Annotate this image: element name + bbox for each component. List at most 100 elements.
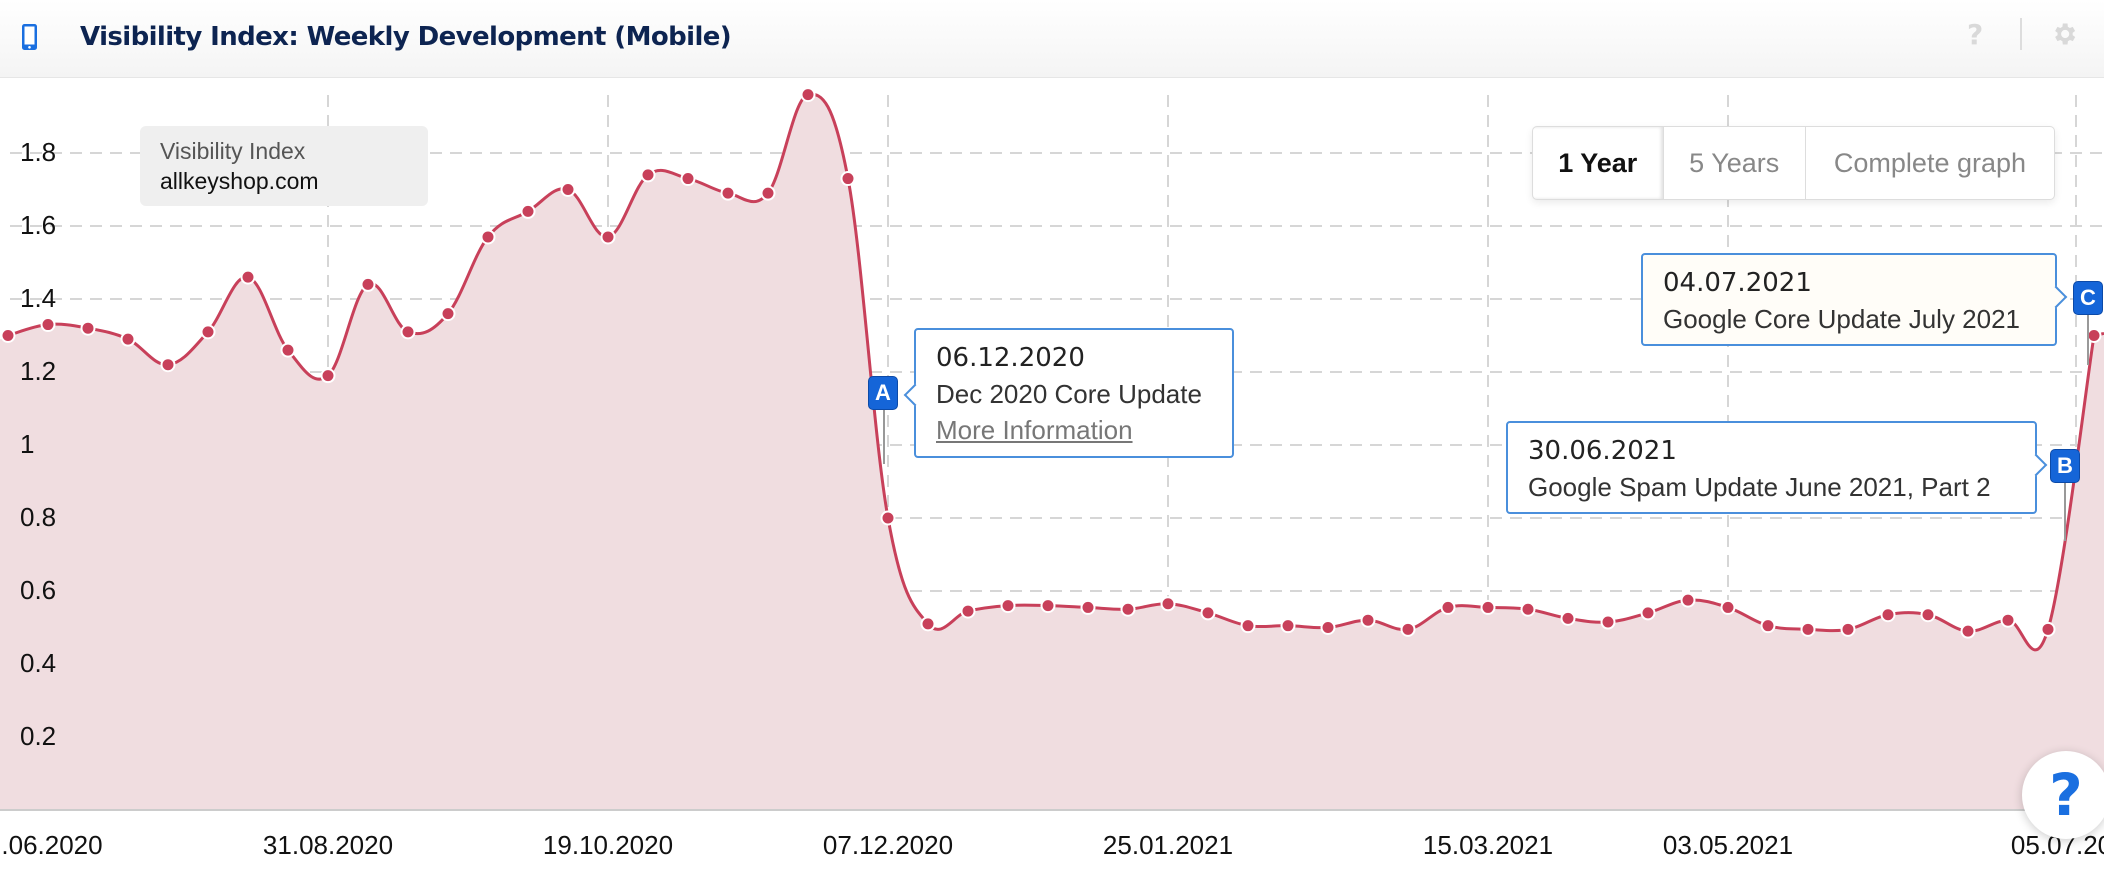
event-date: 06.12.2020 xyxy=(936,343,1085,373)
event-callout-b: 30.06.2021 Google Spam Update June 2021,… xyxy=(1506,421,2048,514)
data-point[interactable] xyxy=(1760,618,1776,634)
event-flag-c-stem xyxy=(2087,315,2089,365)
y-tick-label: 0.8 xyxy=(20,502,57,532)
time-range-selector: 1 Year 5 Years Complete graph xyxy=(1532,126,2055,200)
panel-header: Visibility Index: Weekly Development (Mo… xyxy=(0,0,2104,78)
x-tick-label: 19.10.2020 xyxy=(542,830,674,860)
data-point[interactable] xyxy=(760,185,776,201)
data-point[interactable] xyxy=(1920,607,1936,623)
data-point[interactable] xyxy=(1520,601,1536,617)
event-flag-b[interactable]: B xyxy=(2050,449,2080,483)
data-point[interactable] xyxy=(1720,599,1736,615)
data-point[interactable] xyxy=(560,182,576,197)
y-tick-label: 1.8 xyxy=(20,137,57,167)
data-point[interactable] xyxy=(40,317,56,333)
data-point[interactable] xyxy=(1120,601,1136,617)
x-tick-label: 07.12.2020 xyxy=(822,830,954,860)
data-point[interactable] xyxy=(1480,599,1496,615)
data-point[interactable] xyxy=(1680,592,1696,608)
data-point[interactable] xyxy=(1280,618,1296,634)
data-point[interactable] xyxy=(1200,605,1216,621)
data-point[interactable] xyxy=(520,203,536,219)
data-point[interactable] xyxy=(1600,614,1616,630)
data-point[interactable] xyxy=(80,320,96,336)
data-point[interactable] xyxy=(480,229,496,245)
data-point[interactable] xyxy=(1240,618,1256,634)
data-point[interactable] xyxy=(960,603,976,619)
x-tick-label: 25.01.2021 xyxy=(1102,830,1234,860)
y-tick-label: 1 xyxy=(20,429,35,459)
data-point[interactable] xyxy=(640,167,656,183)
data-point[interactable] xyxy=(1000,598,1016,614)
data-point[interactable] xyxy=(240,269,256,285)
data-point[interactable] xyxy=(680,171,696,187)
data-point[interactable] xyxy=(1040,598,1056,614)
event-date: 04.07.2021 xyxy=(1663,268,1812,298)
data-point[interactable] xyxy=(160,357,176,373)
data-point[interactable] xyxy=(200,324,216,340)
data-point[interactable] xyxy=(1560,610,1576,626)
page-title: Visibility Index: Weekly Development (Mo… xyxy=(80,22,732,52)
data-point[interactable] xyxy=(1800,621,1816,637)
series-legend: Visibility Index allkeyshop.com xyxy=(140,126,428,206)
header-divider xyxy=(2020,18,2022,50)
data-point[interactable] xyxy=(600,229,616,245)
data-point[interactable] xyxy=(1360,612,1376,628)
legend-series-label: Visibility Index xyxy=(160,138,306,164)
event-callout-c: 04.07.2021 Google Core Update July 2021 xyxy=(1641,253,2068,346)
data-point[interactable] xyxy=(280,342,296,358)
data-point[interactable] xyxy=(440,306,456,322)
gear-icon[interactable] xyxy=(2050,20,2078,48)
data-point[interactable] xyxy=(120,331,136,347)
event-callout-a: 06.12.2020 Dec 2020 Core Update More Inf… xyxy=(903,328,1234,458)
event-name: Dec 2020 Core Update xyxy=(936,379,1202,409)
y-tick-label: 0.4 xyxy=(20,648,57,678)
legend-domain: allkeyshop.com xyxy=(160,168,319,194)
x-axis-labels: .06.2020 31.08.2020 19.10.2020 07.12.2020 25… xyxy=(0,830,2104,860)
data-point[interactable] xyxy=(1320,620,1336,635)
range-5-years-button[interactable]: 5 Years xyxy=(1664,127,1806,199)
x-tick-label: 31.08.2020 xyxy=(262,830,394,860)
data-point[interactable] xyxy=(1840,621,1856,637)
data-point[interactable] xyxy=(1080,599,1096,615)
event-name: Google Core Update July 2021 xyxy=(1663,304,2021,334)
floating-help-button[interactable]: ? xyxy=(2022,751,2104,839)
x-tick-label: .06.2020 xyxy=(1,830,103,860)
data-point[interactable] xyxy=(1960,623,1976,639)
y-tick-label: 0.2 xyxy=(20,721,57,751)
data-point[interactable] xyxy=(360,276,376,292)
more-information-link[interactable]: More Information xyxy=(936,412,1212,448)
range-complete-graph-button[interactable]: Complete graph xyxy=(1806,127,2054,199)
data-point[interactable] xyxy=(840,171,856,187)
y-tick-label: 1.2 xyxy=(20,356,57,386)
event-name: Google Spam Update June 2021, Part 2 xyxy=(1528,472,1991,502)
data-point[interactable] xyxy=(1640,605,1656,621)
data-point[interactable] xyxy=(2000,612,2016,628)
y-tick-label: 1.4 xyxy=(20,283,57,313)
event-date: 30.06.2021 xyxy=(1528,436,1677,466)
data-point[interactable] xyxy=(0,328,16,343)
event-flag-b-stem xyxy=(2064,483,2066,541)
data-point[interactable] xyxy=(2086,328,2102,343)
mobile-phone-icon xyxy=(22,24,37,50)
event-flag-a[interactable]: A xyxy=(868,376,898,410)
data-point[interactable] xyxy=(2040,621,2056,637)
data-point[interactable] xyxy=(320,368,336,384)
data-point[interactable] xyxy=(1400,621,1416,637)
data-point[interactable] xyxy=(800,87,816,103)
data-point[interactable] xyxy=(1160,596,1176,612)
y-tick-label: 0.6 xyxy=(20,575,57,605)
data-point[interactable] xyxy=(920,616,936,632)
data-point[interactable] xyxy=(720,185,736,201)
data-point[interactable] xyxy=(400,324,416,340)
x-tick-label: 15.03.2021 xyxy=(1422,830,1554,860)
y-tick-label: 1.6 xyxy=(20,210,57,240)
range-1-year-button[interactable]: 1 Year xyxy=(1533,127,1664,199)
event-flag-a-stem xyxy=(883,410,885,464)
x-tick-label: 03.05.2021 xyxy=(1662,830,1794,860)
data-point[interactable] xyxy=(880,510,896,526)
question-icon[interactable]: ? xyxy=(1967,18,1983,51)
event-flag-c[interactable]: C xyxy=(2073,281,2103,315)
data-point[interactable] xyxy=(1440,599,1456,615)
data-point[interactable] xyxy=(1880,607,1896,623)
